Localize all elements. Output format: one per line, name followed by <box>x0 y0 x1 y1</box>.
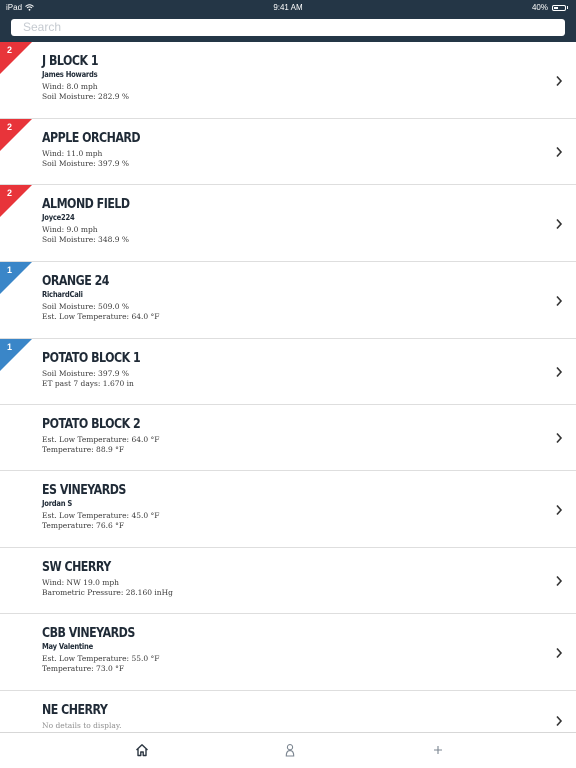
item-title: J BLOCK 1 <box>42 54 99 69</box>
chevron-right-icon <box>556 575 563 587</box>
item-detail: Temperature: 73.0 °F <box>42 664 125 673</box>
battery-percent: 40% <box>531 3 548 12</box>
item-title: NE CHERRY <box>42 703 108 718</box>
item-detail: Wind: NW 19.0 mph <box>42 578 119 587</box>
item-title: ALMOND FIELD <box>42 197 130 212</box>
item-detail: Soil Moisture: 348.9 % <box>42 235 130 244</box>
battery-icon <box>552 4 566 11</box>
item-owner: James Howards <box>42 70 98 79</box>
tab-home[interactable] <box>133 741 151 759</box>
item-content: ORANGE 24 RichardCali Soil Moisture: 509.0… <box>42 274 536 322</box>
alert-count: 1 <box>7 265 13 275</box>
item-owner: Joyce224 <box>42 213 75 222</box>
item-title: ES VINEYARDS <box>42 483 126 498</box>
list-item[interactable]: ES VINEYARDS Jordan S Est. Low Temperature… <box>0 471 576 548</box>
item-detail: Est. Low Temperature: 64.0 °F <box>42 435 160 444</box>
item-detail: Est. Low Temperature: 55.0 °F <box>42 654 160 663</box>
item-title: CBB VINEYARDS <box>42 626 135 641</box>
person-icon <box>285 744 295 757</box>
item-owner: Jordan S <box>42 499 73 508</box>
item-detail: Est. Low Temperature: 64.0 °F <box>42 312 160 321</box>
chevron-right-icon <box>556 295 563 307</box>
item-owner: RichardCali <box>42 290 83 299</box>
list-item[interactable]: 1 ORANGE 24 RichardCali Soil Moisture: 509.… <box>0 262 576 339</box>
alert-badge <box>0 262 32 294</box>
item-detail: Wind: 8.0 mph <box>42 82 98 91</box>
item-detail: Soil Moisture: 282.9 % <box>42 92 130 101</box>
item-content: ALMOND FIELD Joyce224 Wind: 9.0 mph Soil Mo… <box>42 197 536 245</box>
item-content: J BLOCK 1 James Howards Wind: 8.0 mph Soil … <box>42 54 536 102</box>
plus-icon <box>434 746 442 754</box>
alert-count: 2 <box>7 45 13 55</box>
item-detail: Barometric Pressure: 28.160 inHg <box>42 588 173 597</box>
list-item[interactable]: 2 APPLE ORCHARD Wind: 11.0 mph Soil Moistur… <box>0 119 576 185</box>
status-time: 9:41 AM <box>273 3 303 12</box>
chevron-right-icon <box>556 75 563 87</box>
alert-count: 2 <box>7 188 13 198</box>
item-detail: Wind: 9.0 mph <box>42 225 98 234</box>
item-detail: Temperature: 88.9 °F <box>42 445 125 454</box>
list-item[interactable]: 2 J BLOCK 1 James Howards Wind: 8.0 mph Soil… <box>0 42 576 119</box>
field-list: 2J BLOCK 1 James Howards Wind: 8.0 mph Soil… <box>0 42 576 751</box>
item-title: SW CHERRY <box>42 560 111 575</box>
battery-group: 40% <box>532 3 568 12</box>
alert-count: 2 <box>7 122 13 132</box>
status-bar: iPad 9:41 AM 40% <box>0 0 576 14</box>
list-item[interactable]: 1 POTATO BLOCK 1 Soil Moisture: 397.9 % ET … <box>0 339 576 405</box>
alert-badge <box>0 339 32 371</box>
tab-profile[interactable] <box>281 741 299 759</box>
item-detail: Soil Moisture: 397.9 % <box>42 369 130 378</box>
item-title: POTATO BLOCK 2 <box>42 417 141 432</box>
tab-bar <box>0 732 576 768</box>
list-item[interactable]: CBB VINEYARDS May Valentine Est. Low Tempe… <box>0 614 576 691</box>
list-item[interactable]: 2 ALMOND FIELD Joyce224 Wind: 9.0 mph Soil M… <box>0 185 576 262</box>
home-icon <box>136 744 148 757</box>
list-item[interactable]: SW CHERRY Wind: NW 19.0 mph Barometric Pre… <box>0 548 576 614</box>
item-title: POTATO BLOCK 1 <box>42 351 141 366</box>
item-detail: Est. Low Temperature: 45.0 °F <box>42 511 160 520</box>
chevron-right-icon <box>556 647 563 659</box>
item-content: NE CHERRY No details to display. <box>42 703 536 731</box>
alert-badge <box>0 185 32 217</box>
item-owner: May Valentine <box>42 642 93 651</box>
item-detail: Soil Moisture: 397.9 % <box>42 159 130 168</box>
chevron-right-icon <box>556 366 563 378</box>
alert-badge <box>0 42 32 74</box>
search-input[interactable]: Search <box>11 19 565 36</box>
alert-badge <box>0 119 32 151</box>
item-content: ES VINEYARDS Jordan S Est. Low Temperature… <box>42 483 536 531</box>
item-detail: Wind: 11.0 mph <box>42 149 103 158</box>
item-detail: No details to display. <box>42 721 122 730</box>
app-header: iPad 9:41 AM 40% Search <box>0 0 576 42</box>
item-content: POTATO BLOCK 1 Soil Moisture: 397.9 % ET p… <box>42 351 536 389</box>
item-title: ORANGE 24 <box>42 274 109 289</box>
item-content: POTATO BLOCK 2 Est. Low Temperature: 64.0… <box>42 417 536 455</box>
item-detail: Temperature: 76.6 °F <box>42 521 125 530</box>
item-title: APPLE ORCHARD <box>42 131 141 146</box>
item-content: SW CHERRY Wind: NW 19.0 mph Barometric Pre… <box>42 560 536 598</box>
item-detail: Soil Moisture: 509.0 % <box>42 302 130 311</box>
item-content: CBB VINEYARDS May Valentine Est. Low Tempe… <box>42 626 536 674</box>
list-item[interactable]: POTATO BLOCK 2 Est. Low Temperature: 64.0… <box>0 405 576 471</box>
item-content: APPLE ORCHARD Wind: 11.0 mph Soil Moisture… <box>42 131 536 169</box>
chevron-right-icon <box>556 432 563 444</box>
item-detail: ET past 7 days: 1.670 in <box>42 379 134 388</box>
chevron-right-icon <box>556 504 563 516</box>
chevron-right-icon <box>556 218 563 230</box>
chevron-right-icon <box>556 146 563 158</box>
chevron-right-icon <box>556 715 563 727</box>
alert-count: 1 <box>7 342 13 352</box>
tab-add[interactable] <box>429 741 447 759</box>
